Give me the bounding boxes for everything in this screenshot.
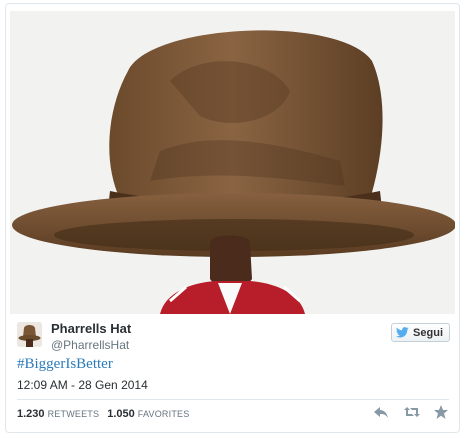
favorites-count: 1.050 [107, 408, 135, 420]
tweet-stats: 1.230 RETWEETS 1.050 FAVORITES [17, 408, 189, 420]
retweets-label: RETWEETS [47, 409, 100, 419]
twitter-bird-icon [396, 327, 409, 338]
favorites-stat[interactable]: 1.050 FAVORITES [107, 408, 189, 420]
retweets-stat[interactable]: 1.230 RETWEETS [17, 408, 99, 420]
author-name[interactable]: Pharrells Hat [51, 321, 131, 336]
avatar-hat-icon [17, 322, 42, 347]
reply-icon[interactable] [373, 404, 389, 420]
follow-button[interactable]: Segui [391, 323, 450, 342]
tweet-photo[interactable] [10, 11, 455, 314]
follow-label: Segui [413, 326, 443, 339]
star-icon[interactable] [433, 404, 449, 420]
tweet-card: Pharrells Hat @PharrellsHat Segui #Bigge… [5, 3, 460, 433]
divider [17, 399, 449, 400]
hashtag-link[interactable]: #BiggerIsBetter [17, 356, 113, 373]
author-handle[interactable]: @PharrellsHat [51, 338, 129, 352]
retweets-count: 1.230 [17, 408, 45, 420]
hat-photo [10, 11, 455, 314]
avatar[interactable] [17, 322, 42, 347]
tweet-timestamp[interactable]: 12:09 AM - 28 Gen 2014 [17, 378, 148, 392]
tweet-actions [373, 404, 449, 420]
favorites-label: FAVORITES [137, 409, 190, 419]
retweet-icon[interactable] [403, 404, 420, 420]
tweet-header: Pharrells Hat @PharrellsHat Segui [17, 320, 452, 360]
